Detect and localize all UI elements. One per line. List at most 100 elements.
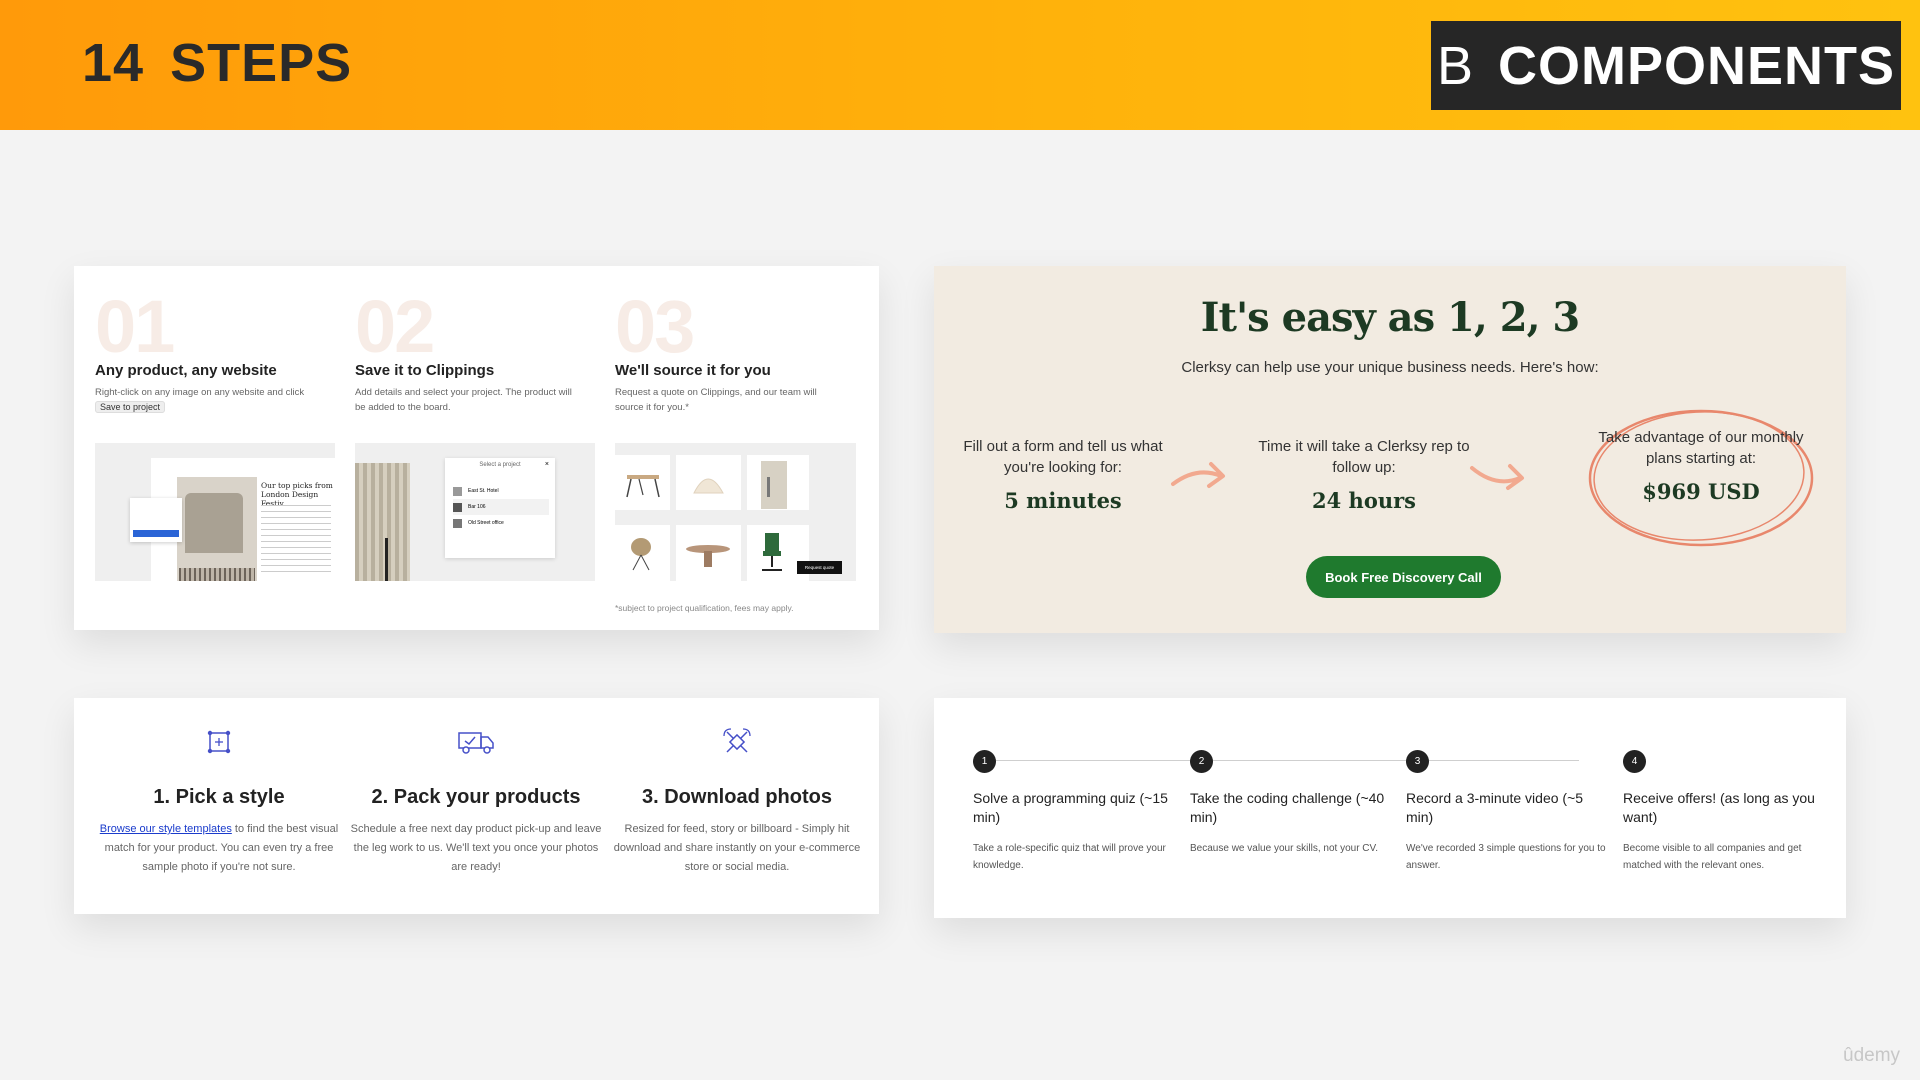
photo-step-title: 1. Pick a style <box>153 786 285 808</box>
product-tile <box>747 455 809 510</box>
photo-step-1: 1. Pick a style Browse our style templat… <box>89 724 349 877</box>
timeline-step-title: Take the coding challenge (~40 min) <box>1190 790 1385 825</box>
header-banner: 14 STEPS B COMPONENTS <box>0 0 1920 130</box>
timeline-step-title: Receive offers! (as long as you want) <box>1623 790 1815 825</box>
step-dot: 3 <box>1406 750 1429 773</box>
step-dot: 2 <box>1190 750 1213 773</box>
step-value: $969 USD <box>1642 479 1760 504</box>
project-item: Old Street office <box>453 515 549 531</box>
step-description-text: Right-click on any image on any website … <box>95 387 305 398</box>
section-heading: It's easy as 1, 2, 3 <box>1200 294 1581 341</box>
step-title: Any product, any website <box>95 362 277 379</box>
step-text: Take advantage of our monthly plans star… <box>1598 429 1804 467</box>
step-title: We'll source it for you <box>615 362 771 379</box>
delivery-truck-icon <box>346 724 606 760</box>
style-templates-link[interactable]: Browse our style templates <box>100 823 232 835</box>
clerksy-step-3: Take advantage of our monthly plans star… <box>1591 427 1811 502</box>
clippings-steps-card: 01 Any product, any website Right-click … <box>74 266 879 630</box>
photo-step-description: Resized for feed, story or billboard - S… <box>613 823 861 873</box>
photo-step-description: Schedule a free next day product pick-up… <box>350 823 602 873</box>
step-title: Save it to Clippings <box>355 362 495 379</box>
modal-header: Select a project <box>479 462 521 468</box>
timeline-step-description: Because we value your skills, not your C… <box>1190 843 1379 854</box>
photo-step-2: 2. Pack your products Schedule a free ne… <box>346 724 606 877</box>
project-name: East St. Hotel <box>468 488 499 494</box>
stand-pole <box>385 538 388 581</box>
udemy-watermark: ûdemy <box>1843 1045 1901 1066</box>
step-description: Request a quote on Clippings, and our te… <box>615 387 817 413</box>
request-quote-button: Request quote <box>797 561 842 574</box>
hiring-steps-card: 1 Solve a programming quiz (~15 min) Tak… <box>934 698 1846 918</box>
clerksy-steps-card: It's easy as 1, 2, 3 Clerksy can help us… <box>934 266 1846 633</box>
timeline-step-title: Solve a programming quiz (~15 min) <box>973 790 1168 825</box>
book-discovery-call-button[interactable]: Book Free Discovery Call <box>1306 556 1501 598</box>
timeline-step-description: Take a role-specific quiz that will prov… <box>973 843 1166 871</box>
product-tile <box>615 455 670 510</box>
arrow-right-icon <box>1470 464 1524 490</box>
photo-service-steps-card: 1. Pick a style Browse our style templat… <box>74 698 879 914</box>
step-description: Right-click on any image on any website … <box>95 385 315 415</box>
project-name: Old Street office <box>468 520 504 526</box>
satellite-share-icon <box>607 724 867 760</box>
project-item: East St. Hotel <box>453 483 549 499</box>
components-badge: B COMPONENTS <box>1431 21 1901 110</box>
product-tile <box>676 455 741 510</box>
photo-step-title: 3. Download photos <box>642 786 832 808</box>
product-tile <box>615 525 670 581</box>
step-column-2: 02 Save it to Clippings Add details and … <box>355 290 595 415</box>
context-menu <box>130 498 182 542</box>
timeline-step-description: We've recorded 3 simple questions for yo… <box>1406 843 1606 871</box>
shot-caption: Our top picks from London Design Festiv <box>261 481 333 508</box>
step-description: Add details and select your project. The… <box>355 387 572 413</box>
step-value: 24 hours <box>1312 488 1416 513</box>
project-name: Bar 106 <box>468 504 486 510</box>
select-project-modal: Select a project × East St. Hotel Bar 10… <box>445 458 555 558</box>
footnote: *subject to project qualification, fees … <box>615 603 794 613</box>
save-to-project-pill: Save to project <box>95 401 166 413</box>
clerksy-step-1: Fill out a form and tell us what you're … <box>953 436 1173 511</box>
floor-stripes <box>179 568 255 581</box>
clerksy-step-2: Time it will take a Clerksy rep to follo… <box>1254 436 1474 511</box>
step-text: Time it will take a Clerksy rep to follo… <box>1258 438 1470 476</box>
step-dot: 1 <box>973 750 996 773</box>
steps-title: 14 STEPS <box>82 32 352 94</box>
timeline-step-description: Become visible to all companies and get … <box>1623 843 1802 871</box>
step-dot: 4 <box>1623 750 1646 773</box>
steps-number: 14 <box>82 33 145 93</box>
project-item: Bar 106 <box>453 499 549 515</box>
product-grid-screenshot: Request quote <box>615 443 856 581</box>
panel-image <box>355 463 410 581</box>
project-thumb <box>453 486 462 496</box>
step-text: Fill out a form and tell us what you're … <box>963 438 1163 476</box>
timeline-step-3: 3 Record a 3-minute video (~5 min) We've… <box>1406 750 1606 874</box>
project-select-screenshot: Select a project × East St. Hotel Bar 10… <box>355 443 595 581</box>
arrow-right-icon <box>1171 462 1225 488</box>
photo-step-description: Browse our style templates to find the b… <box>89 820 349 877</box>
badge-label: COMPONENTS <box>1498 35 1896 96</box>
section-subheading: Clerksy can help use your unique busines… <box>1181 359 1599 376</box>
sofa-shape <box>185 493 243 553</box>
step-column-1: 01 Any product, any website Right-click … <box>95 290 335 415</box>
website-screenshot: Our top picks from London Design Festiv <box>95 443 336 581</box>
menu-highlight <box>133 530 179 537</box>
step-number: 01 <box>95 285 175 368</box>
badge-letter: B <box>1436 35 1474 96</box>
steps-label: STEPS <box>170 33 353 93</box>
product-tile <box>676 525 741 581</box>
timeline-step-title: Record a 3-minute video (~5 min) <box>1406 790 1584 825</box>
close-icon: × <box>544 461 549 468</box>
project-list: East St. Hotel Bar 106 Old Street office <box>453 483 549 531</box>
project-thumb <box>453 518 462 528</box>
step-value: 5 minutes <box>1004 488 1122 513</box>
frame-grid-icon <box>89 724 349 760</box>
timeline-step-4: 4 Receive offers! (as long as you want) … <box>1623 750 1823 874</box>
project-thumb <box>453 502 462 512</box>
step-number: 03 <box>615 285 695 368</box>
text-lines <box>261 505 331 575</box>
step-number: 02 <box>355 285 435 368</box>
timeline-step-1: 1 Solve a programming quiz (~15 min) Tak… <box>973 750 1173 874</box>
photo-step-3: 3. Download photos Resized for feed, sto… <box>607 724 867 877</box>
step-column-3: 03 We'll source it for you Request a quo… <box>615 290 855 415</box>
timeline-step-2: 2 Take the coding challenge (~40 min) Be… <box>1190 750 1390 857</box>
photo-step-title: 2. Pack your products <box>371 786 581 808</box>
